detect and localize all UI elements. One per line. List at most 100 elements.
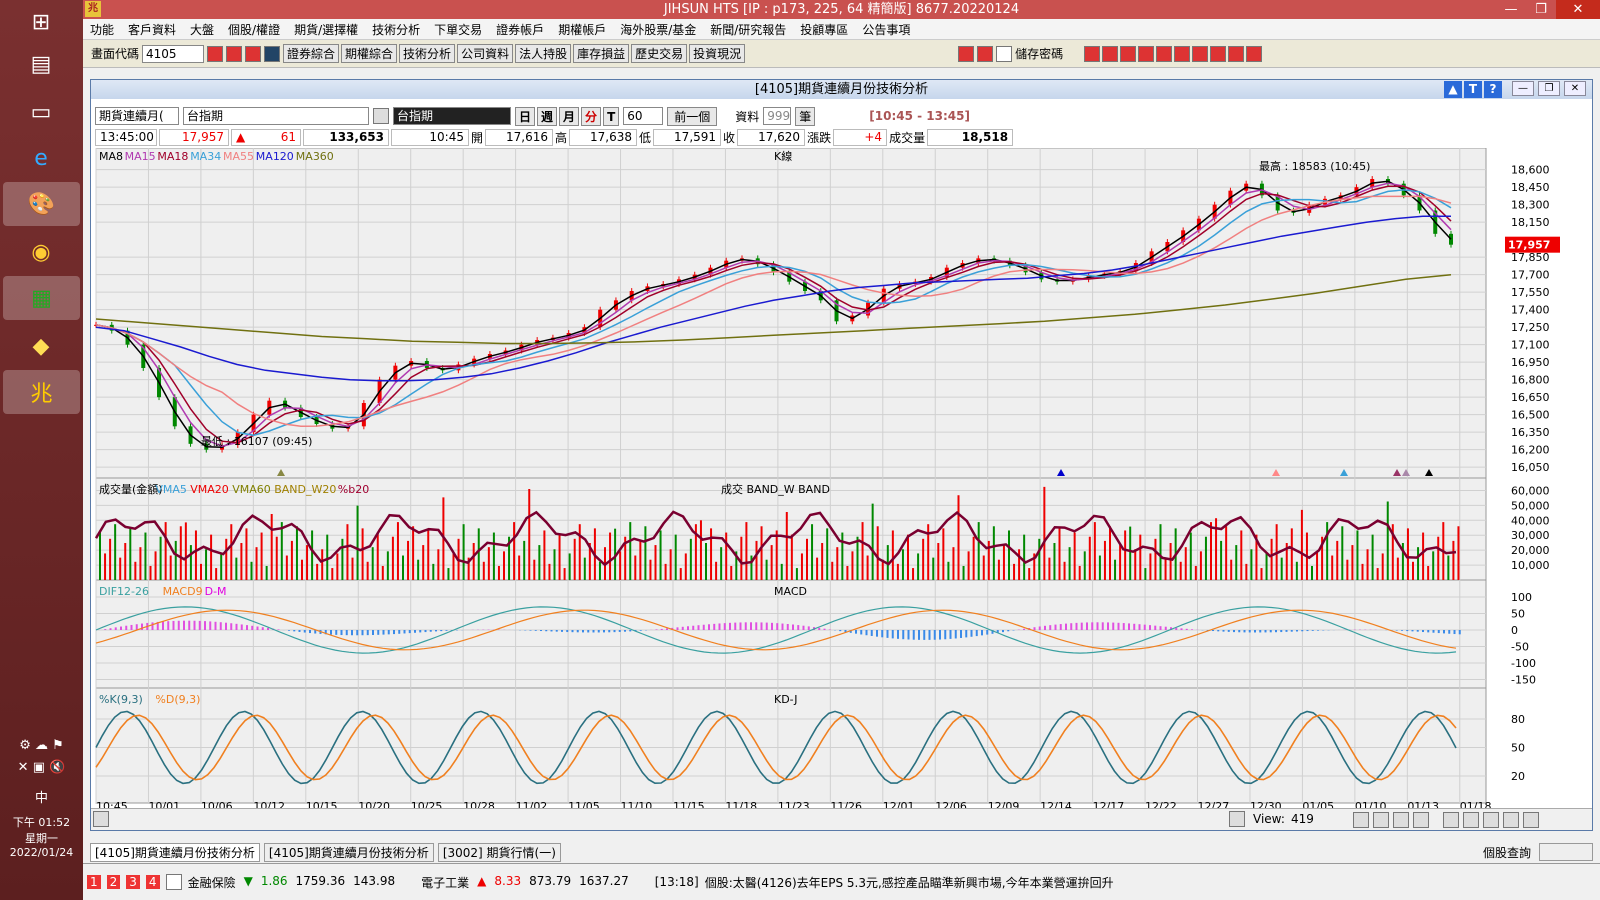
maximize-button[interactable]: ❐ [1526, 0, 1556, 19]
period-button[interactable]: 月 [559, 106, 580, 126]
dropdown-icon[interactable] [264, 45, 281, 62]
tool-icon[interactable] [1210, 45, 1227, 62]
menu-item[interactable]: 技術分析 [365, 21, 427, 38]
tool-icon[interactable] [1174, 45, 1191, 62]
up-icon[interactable]: ▲ [1444, 81, 1462, 98]
page-3-button[interactable]: 3 [126, 875, 140, 889]
menu-item[interactable]: 公告事項 [855, 21, 917, 38]
period-button[interactable]: 分 [581, 106, 602, 126]
window-icon[interactable] [1483, 812, 1499, 828]
menu-item[interactable]: 大盤 [183, 21, 221, 38]
toolbar-button[interactable]: 公司資料 [457, 44, 514, 63]
tool-icon[interactable] [1156, 45, 1173, 62]
scroll-right-icon[interactable] [1229, 811, 1245, 827]
type-select[interactable]: 期貨連續月( [95, 107, 179, 125]
copy-icon[interactable] [1463, 812, 1479, 828]
settings-icon[interactable] [1523, 812, 1539, 828]
menu-item[interactable]: 下單交易 [427, 21, 489, 38]
prev-button[interactable]: 前一個 [667, 106, 718, 126]
quote-volume-total: 133,653 [303, 129, 389, 146]
tool-icon[interactable] [1138, 45, 1155, 62]
menu-item[interactable]: 證券帳戶 [489, 21, 551, 38]
period-button[interactable]: T [603, 106, 620, 126]
chrome-icon[interactable]: ◉ [21, 232, 61, 272]
tab-3002[interactable]: [3002] 期貨行情(一) [437, 842, 561, 862]
alert2-icon[interactable] [977, 45, 994, 62]
scroll-left-icon[interactable] [93, 811, 109, 827]
toolbar-button[interactable]: 投資現況 [689, 44, 746, 63]
toolbar-button[interactable]: 證券綜合 [283, 44, 340, 63]
alert-icon[interactable] [958, 45, 975, 62]
menu-item[interactable]: 海外股票/基金 [613, 21, 703, 38]
search-icon[interactable] [373, 108, 389, 124]
ie-icon[interactable]: e [21, 138, 61, 178]
tool-icon[interactable] [1120, 45, 1137, 62]
folder-icon[interactable]: ▭ [21, 92, 61, 132]
menu-item[interactable]: 期權帳戶 [551, 21, 613, 38]
sub-close-button[interactable]: ✕ [1564, 81, 1586, 96]
refresh-icon[interactable] [1413, 812, 1429, 828]
tool-icon[interactable] [1084, 45, 1101, 62]
period-button[interactable]: 日 [515, 106, 536, 126]
paint-icon[interactable]: 🎨 [3, 182, 80, 226]
save-password-checkbox[interactable] [996, 45, 1013, 62]
window-icon[interactable] [226, 45, 243, 62]
layout-icon[interactable] [245, 45, 262, 62]
jihsun-app-icon[interactable]: 兆 [3, 370, 80, 414]
search-icon[interactable] [207, 45, 224, 62]
tab-4105-1[interactable]: [4105]期貨連續月份技術分析 [90, 842, 260, 862]
x-tick-label: 11/05 [568, 800, 600, 808]
tray-icons[interactable]: ⚙ ☁ ⚑ ✕ ▣ 🔇 [0, 735, 83, 779]
page-1-button[interactable]: 1 [87, 875, 101, 889]
news-text[interactable]: 個股:太醫(4126)去年EPS 5.3元,感控產品瞄準新興市場,今年本業營運拚… [705, 874, 1114, 891]
technical-chart[interactable]: 10:45 10/01 10/06 10/12 10/15 10/20 10/25 10/28… [91, 148, 1592, 808]
toolbar-button[interactable]: 期權綜合 [341, 44, 398, 63]
toolbar-button[interactable]: 法人持股 [515, 44, 572, 63]
window-title: JIHSUN HTS [IP : p173, 225, 64 精簡版] 8677… [663, 2, 1020, 17]
y-tick-label: 16,350 [1511, 426, 1550, 439]
tool-icon[interactable] [1246, 45, 1263, 62]
chg-value: +4 [833, 129, 888, 146]
sub-minimize-button[interactable]: — [1512, 81, 1534, 96]
zoom-in-icon[interactable] [1353, 812, 1369, 828]
ime-indicator[interactable]: 中 [0, 787, 83, 806]
code-input[interactable]: 4105 [142, 44, 205, 63]
toolbar-button[interactable]: 庫存損益 [573, 44, 630, 63]
lock-icon[interactable] [165, 874, 182, 890]
menu-item[interactable]: 客戶資料 [121, 21, 183, 38]
close-button[interactable]: ✕ [1556, 0, 1600, 19]
tool-icon[interactable] [1228, 45, 1245, 62]
stock-query-input[interactable] [1539, 843, 1593, 861]
page-4-button[interactable]: 4 [145, 875, 160, 889]
menu-item[interactable]: 投顧專區 [793, 21, 855, 38]
clock-time[interactable]: 下午 01:52 [0, 814, 83, 830]
page-2-button[interactable]: 2 [106, 875, 121, 889]
pen-icon[interactable] [1503, 812, 1519, 828]
x-tick-label: 10/12 [253, 800, 285, 808]
interval-select[interactable]: 60 [623, 107, 664, 125]
menu-item[interactable]: 個股/權證 [221, 21, 287, 38]
menu-item[interactable]: 功能 [83, 21, 121, 38]
tool-icon[interactable] [1102, 45, 1119, 62]
x-tick-label: 11/15 [673, 800, 705, 808]
menu-item[interactable]: 期貨/選擇權 [287, 21, 365, 38]
sub-restore-button[interactable]: ❐ [1538, 81, 1560, 96]
period-button[interactable]: 週 [537, 106, 558, 126]
help-icon[interactable]: ? [1484, 81, 1502, 98]
zoom-out-icon[interactable] [1373, 812, 1389, 828]
indicator-icon[interactable] [1443, 812, 1459, 828]
toolbar-button[interactable]: 歷史交易 [631, 44, 688, 63]
tool-icon[interactable] [1192, 45, 1209, 62]
tab-4105-2[interactable]: [4105]期貨連續月份技術分析 [263, 842, 434, 862]
excel-icon[interactable]: ▦ [3, 276, 80, 320]
windows-logo-icon[interactable]: ⊞ [21, 2, 61, 42]
toolbar-button[interactable]: 技術分析 [399, 44, 456, 63]
zoom-icon[interactable] [1393, 812, 1409, 828]
symbol-select[interactable]: 台指期 [183, 107, 369, 125]
data-count-input[interactable]: 999 [763, 107, 792, 125]
file-explorer-icon[interactable]: ▤ [21, 44, 61, 84]
t-icon[interactable]: T [1464, 81, 1482, 98]
minimize-button[interactable]: — [1496, 0, 1526, 19]
menu-item[interactable]: 新聞/研究報告 [703, 21, 793, 38]
folder2-icon[interactable]: ◆ [21, 326, 61, 366]
